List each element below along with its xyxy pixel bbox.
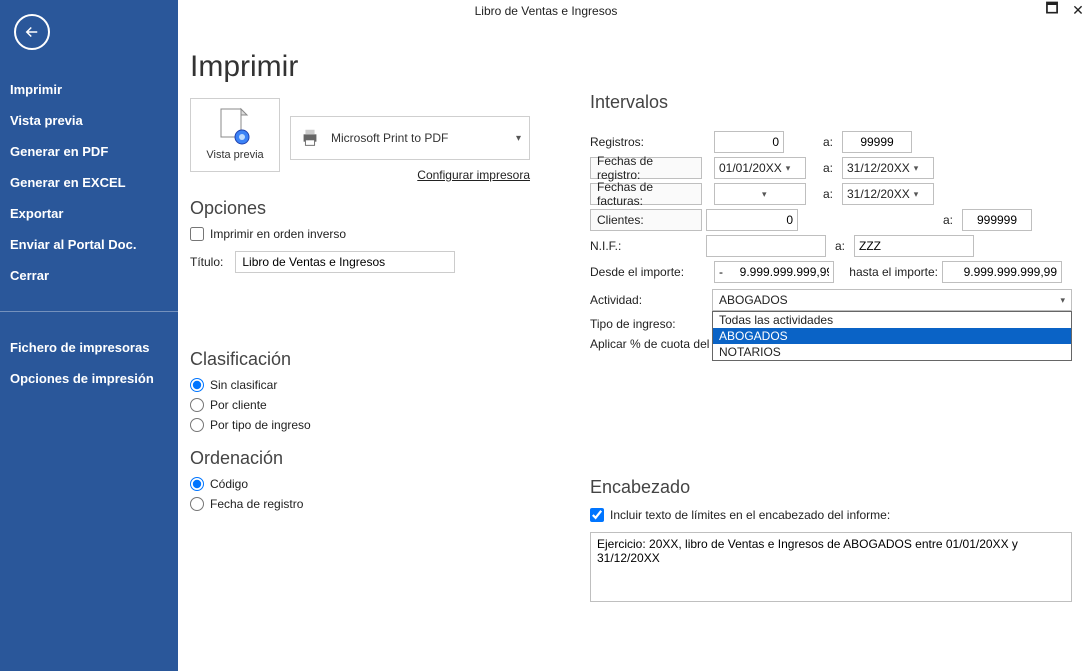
configure-printer-link[interactable]: Configurar impresora xyxy=(290,168,530,182)
sidebar-item-fichero[interactable]: Fichero de impresoras xyxy=(0,332,178,363)
sidebar-item-opciones[interactable]: Opciones de impresión xyxy=(0,363,178,394)
page-title: Imprimir xyxy=(190,50,550,84)
encabezado-check-label: Incluir texto de límites en el encabezad… xyxy=(610,508,890,522)
reverse-order-label: Imprimir en orden inverso xyxy=(210,227,346,241)
clientes-from[interactable] xyxy=(706,209,798,231)
importe-to-label: hasta el importe: xyxy=(848,265,938,279)
sidebar-item-cerrar[interactable]: Cerrar xyxy=(0,260,178,291)
encabezado-heading: Encabezado xyxy=(590,477,1072,498)
clas-cliente-label: Por cliente xyxy=(210,398,267,412)
chevron-down-icon: ▾ xyxy=(1060,295,1065,306)
fechas-facturas-from[interactable]: ▾ xyxy=(714,183,806,205)
fechas-facturas-button[interactable]: Fechas de facturas: xyxy=(590,183,702,205)
chevron-down-icon: ▾ xyxy=(516,133,521,144)
registros-label: Registros: xyxy=(590,135,710,149)
actividad-dropdown: Todas las actividades ABOGADOS NOTARIOS xyxy=(712,311,1072,361)
clas-sin[interactable] xyxy=(190,378,204,392)
intervalos-heading: Intervalos xyxy=(590,92,1072,113)
tipo-ingreso-label: Tipo de ingreso: xyxy=(590,317,702,331)
ord-codigo[interactable] xyxy=(190,477,204,491)
actividad-selected: ABOGADOS xyxy=(719,293,788,307)
actividad-option[interactable]: NOTARIOS xyxy=(713,344,1071,360)
a-label: a: xyxy=(818,135,838,149)
registros-to[interactable] xyxy=(842,131,912,153)
fechas-registro-button[interactable]: Fechas de registro: xyxy=(590,157,702,179)
opciones-heading: Opciones xyxy=(190,198,550,219)
fechas-registro-from[interactable]: 01/01/20XX▾ xyxy=(714,157,806,179)
importe-from-label: Desde el importe: xyxy=(590,265,710,279)
chevron-down-icon[interactable]: ▾ xyxy=(786,163,801,174)
registros-from[interactable] xyxy=(714,131,784,153)
vista-previa-label: Vista previa xyxy=(206,149,263,161)
sidebar-item-imprimir[interactable]: Imprimir xyxy=(0,74,178,105)
importe-to[interactable] xyxy=(942,261,1062,283)
clas-tipo-label: Por tipo de ingreso xyxy=(210,418,311,432)
sidebar-item-portal[interactable]: Enviar al Portal Doc. xyxy=(0,229,178,260)
a-label: a: xyxy=(818,187,838,201)
ord-fecha-label: Fecha de registro xyxy=(210,497,303,511)
chevron-down-icon[interactable]: ▾ xyxy=(762,189,801,200)
chevron-down-icon[interactable]: ▾ xyxy=(914,189,929,200)
a-label: a: xyxy=(818,161,838,175)
titulo-input[interactable] xyxy=(235,251,455,273)
sidebar-item-exportar[interactable]: Exportar xyxy=(0,198,178,229)
clas-cliente[interactable] xyxy=(190,398,204,412)
importe-from[interactable] xyxy=(714,261,834,283)
ord-fecha[interactable] xyxy=(190,497,204,511)
maximize-button[interactable]: 🗖 xyxy=(1044,2,1060,18)
clas-sin-label: Sin clasificar xyxy=(210,378,277,392)
encabezado-textarea[interactable] xyxy=(590,532,1072,602)
aplicar-cuota-label: Aplicar % de cuota del s xyxy=(590,337,719,351)
clasificacion-heading: Clasificación xyxy=(190,349,550,370)
sidebar: Imprimir Vista previa Generar en PDF Gen… xyxy=(0,0,178,671)
sidebar-separator xyxy=(0,311,178,312)
nif-to[interactable] xyxy=(854,235,974,257)
printer-selector[interactable]: Microsoft Print to PDF ▾ xyxy=(290,116,530,160)
window-title: Libro de Ventas e Ingresos xyxy=(475,4,618,18)
nif-from[interactable] xyxy=(706,235,826,257)
clientes-button[interactable]: Clientes: xyxy=(590,209,702,231)
nif-label: N.I.F.: xyxy=(590,239,702,253)
sidebar-item-pdf[interactable]: Generar en PDF xyxy=(0,136,178,167)
document-preview-icon xyxy=(217,109,253,145)
ordenacion-heading: Ordenación xyxy=(190,448,550,469)
fechas-registro-to[interactable]: 31/12/20XX▾ xyxy=(842,157,934,179)
actividad-option[interactable]: Todas las actividades xyxy=(713,312,1071,328)
reverse-order-checkbox[interactable] xyxy=(190,227,204,241)
fechas-facturas-to[interactable]: 31/12/20XX▾ xyxy=(842,183,934,205)
actividad-option[interactable]: ABOGADOS xyxy=(713,328,1071,344)
vista-previa-button[interactable]: Vista previa xyxy=(190,98,280,172)
encabezado-checkbox[interactable] xyxy=(590,508,604,522)
printer-name: Microsoft Print to PDF xyxy=(331,131,506,145)
close-button[interactable]: ✕ xyxy=(1070,2,1086,18)
sidebar-item-excel[interactable]: Generar en EXCEL xyxy=(0,167,178,198)
chevron-down-icon[interactable]: ▾ xyxy=(914,163,929,174)
clas-tipo[interactable] xyxy=(190,418,204,432)
clientes-to[interactable] xyxy=(962,209,1032,231)
a-label: a: xyxy=(830,239,850,253)
back-button[interactable] xyxy=(14,14,50,50)
actividad-label: Actividad: xyxy=(590,293,702,307)
actividad-select[interactable]: ABOGADOS ▾ xyxy=(712,289,1072,311)
sidebar-item-vista-previa[interactable]: Vista previa xyxy=(0,105,178,136)
printer-icon xyxy=(299,127,321,149)
ord-codigo-label: Código xyxy=(210,477,248,491)
titulo-label: Título: xyxy=(190,255,223,269)
a-label: a: xyxy=(938,213,958,227)
